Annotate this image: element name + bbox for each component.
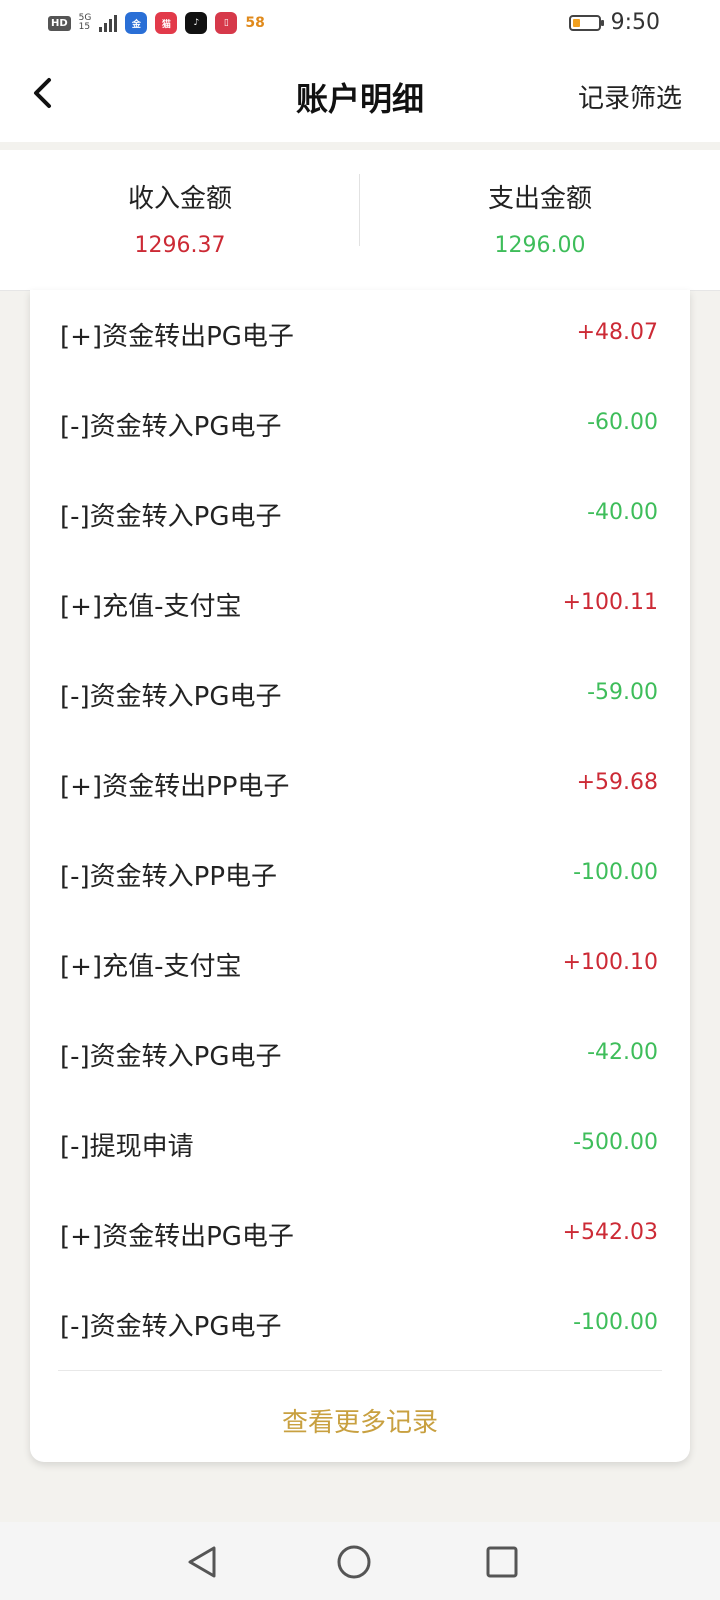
nav-back-button[interactable] <box>180 1540 224 1584</box>
income-summary: 收入金额 1296.37 <box>0 150 360 290</box>
record-name: [+]资金转出PG电子 <box>60 322 294 352</box>
list-item[interactable]: [-]资金转入PP电子 -100.00 <box>30 830 690 920</box>
signal-icon <box>99 14 118 32</box>
tmall-icon: 猫 <box>155 12 178 34</box>
record-amount: -500.00 <box>573 1130 658 1155</box>
record-amount: -40.00 <box>587 500 658 525</box>
record-name: [+]资金转出PG电子 <box>60 1222 294 1252</box>
list-item[interactable]: [+]资金转出PG电子 +48.07 <box>30 290 690 380</box>
record-name: [-]提现申请 <box>60 1132 194 1162</box>
record-amount: -100.00 <box>573 860 658 885</box>
record-name: [-]资金转入PG电子 <box>60 1312 282 1342</box>
circle-home-icon <box>337 1545 371 1579</box>
list-item[interactable]: [-]资金转入PG电子 -100.00 <box>30 1280 690 1370</box>
expense-value: 1296.00 <box>494 233 586 258</box>
expense-label: 支出金额 <box>487 184 592 214</box>
record-name: [-]资金转入PG电子 <box>60 1042 282 1072</box>
network-sub: 15 <box>78 22 91 32</box>
network-indicator: 5G 15 <box>79 14 92 32</box>
list-item[interactable]: [+]资金转出PG电子 +542.03 <box>30 1190 690 1280</box>
record-amount: +59.68 <box>576 770 658 795</box>
income-value: 1296.37 <box>134 233 226 258</box>
battery-icon <box>568 14 604 31</box>
record-name: [+]充值-支付宝 <box>60 592 242 622</box>
list-divider <box>58 1370 662 1371</box>
income-label: 收入金额 <box>127 184 232 214</box>
app-58-icon: 58 <box>245 15 265 31</box>
expense-summary: 支出金额 1296.00 <box>360 150 720 290</box>
list-item[interactable]: [-]资金转入PG电子 -42.00 <box>30 1010 690 1100</box>
status-bar: HD 5G 15 金 猫 ♪ ▯ 58 9:50 <box>0 0 720 46</box>
hd-badge: HD <box>48 15 71 31</box>
view-more-link[interactable]: 查看更多记录 <box>30 1402 690 1439</box>
nav-home-button[interactable] <box>332 1540 376 1584</box>
list-item[interactable]: [-]资金转入PG电子 -59.00 <box>30 650 690 740</box>
record-name: [-]资金转入PG电子 <box>60 682 282 712</box>
system-nav-bar <box>0 1522 720 1600</box>
list-item[interactable]: [-]资金转入PG电子 -40.00 <box>30 470 690 560</box>
app-header: 账户明细 记录筛选 <box>0 46 720 142</box>
book-icon: ▯ <box>215 12 238 34</box>
status-left: HD 5G 15 金 猫 ♪ ▯ 58 <box>48 12 265 34</box>
record-amount: -100.00 <box>573 1310 658 1335</box>
record-amount: +48.07 <box>576 320 658 345</box>
records-card: [+]资金转出PG电子 +48.07 [-]资金转入PG电子 -60.00 [-]资金转… <box>30 290 690 1462</box>
record-filter-button[interactable]: 记录筛选 <box>578 78 682 115</box>
record-amount: -60.00 <box>587 410 658 435</box>
record-name: [-]资金转入PG电子 <box>60 412 282 442</box>
finance-app-icon: 金 <box>125 12 148 34</box>
clock: 9:50 <box>610 10 660 35</box>
list-item[interactable]: [-]资金转入PG电子 -60.00 <box>30 380 690 470</box>
list-item[interactable]: [+]充值-支付宝 +100.10 <box>30 920 690 1010</box>
nav-recents-button[interactable] <box>480 1540 524 1584</box>
douyin-icon: ♪ <box>185 12 208 34</box>
record-amount: +100.11 <box>562 590 658 615</box>
record-amount: -59.00 <box>587 680 658 705</box>
record-name: [-]资金转入PG电子 <box>60 502 282 532</box>
triangle-back-icon <box>188 1546 216 1578</box>
record-name: [+]充值-支付宝 <box>60 952 242 982</box>
record-name: [+]资金转出PP电子 <box>60 772 290 802</box>
list-item[interactable]: [+]资金转出PP电子 +59.68 <box>30 740 690 830</box>
square-recents-icon <box>486 1546 518 1578</box>
record-amount: +100.10 <box>562 950 658 975</box>
records-list: [+]资金转出PG电子 +48.07 [-]资金转入PG电子 -60.00 [-]资金转… <box>30 290 690 1370</box>
record-amount: -42.00 <box>587 1040 658 1065</box>
record-amount: +542.03 <box>562 1220 658 1245</box>
record-name: [-]资金转入PP电子 <box>60 862 278 892</box>
list-item[interactable]: [+]充值-支付宝 +100.11 <box>30 560 690 650</box>
summary-panel: 收入金额 1296.37 支出金额 1296.00 <box>0 150 720 291</box>
list-item[interactable]: [-]提现申请 -500.00 <box>30 1100 690 1190</box>
status-right: 9:50 <box>568 10 660 35</box>
